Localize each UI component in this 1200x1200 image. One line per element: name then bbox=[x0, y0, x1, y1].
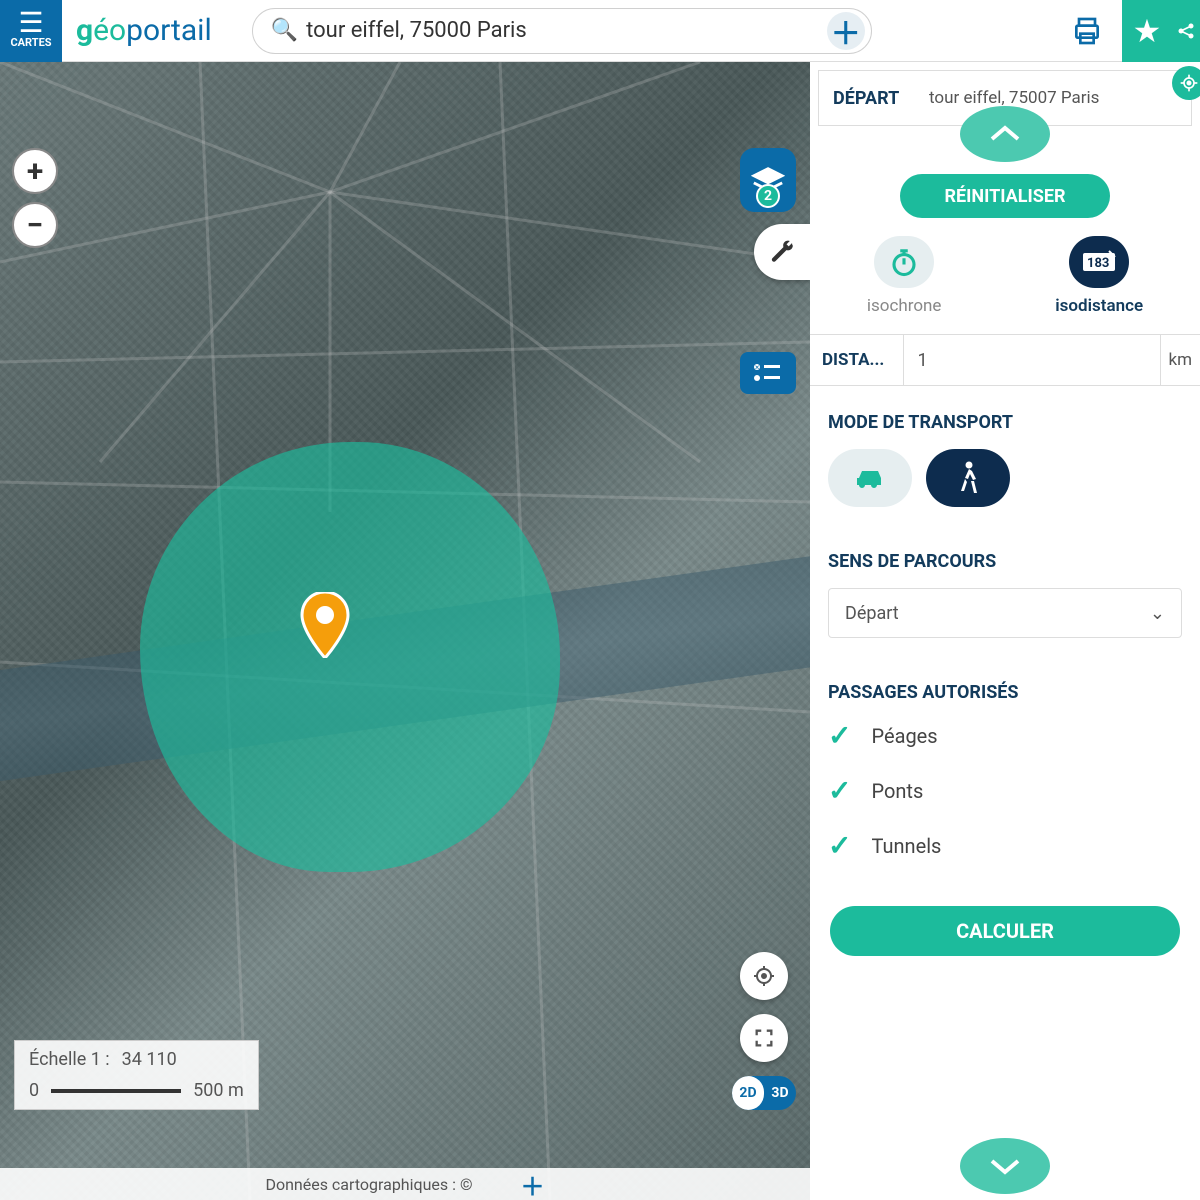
calculate-button[interactable]: CALCULER bbox=[830, 906, 1180, 956]
search-input[interactable] bbox=[306, 18, 827, 43]
hamburger-icon: ☰ bbox=[18, 12, 43, 34]
map-pin-icon[interactable] bbox=[300, 592, 350, 658]
sens-select[interactable]: Départ ⌄ bbox=[828, 588, 1182, 638]
transport-title: MODE DE TRANSPORT bbox=[828, 412, 1182, 433]
header: ☰ CARTES géoportail 🔍 ＋ ★ bbox=[0, 0, 1200, 62]
layers-count-badge: 2 bbox=[756, 184, 780, 208]
scale-bar bbox=[51, 1089, 181, 1093]
map-right-tools: 2 × bbox=[740, 148, 796, 394]
list-tool-button[interactable]: × bbox=[740, 352, 796, 394]
layers-button[interactable]: 2 bbox=[740, 148, 796, 212]
toggle-3d[interactable]: 3D bbox=[764, 1076, 796, 1110]
svg-text:×: × bbox=[755, 363, 759, 372]
passage-tunnels[interactable]: ✓Tunnels bbox=[828, 829, 1182, 862]
distance-label: DISTA... bbox=[810, 335, 904, 385]
isochrone-button[interactable]: isochrone bbox=[867, 236, 942, 316]
depart-label: DÉPART bbox=[819, 88, 929, 109]
transport-car-button[interactable] bbox=[828, 449, 912, 507]
fullscreen-button[interactable] bbox=[740, 1014, 788, 1062]
print-button[interactable] bbox=[1062, 6, 1112, 56]
collapse-up-button[interactable] bbox=[960, 106, 1050, 162]
passages-list: ✓Péages ✓Ponts ✓Tunnels bbox=[828, 719, 1182, 862]
zoom-out-button[interactable]: − bbox=[12, 202, 58, 248]
search-icon: 🔍 bbox=[271, 18, 298, 43]
chevron-down-icon: ⌄ bbox=[1150, 603, 1165, 624]
map-bottom-tools: 2D 3D bbox=[732, 952, 796, 1110]
isodistance-button[interactable]: 183 isodistance bbox=[1055, 236, 1143, 316]
attribution: Données cartographiques : © ＋ bbox=[0, 1168, 810, 1200]
toggle-2d[interactable]: 2D bbox=[732, 1076, 764, 1110]
passage-peages[interactable]: ✓Péages bbox=[828, 719, 1182, 752]
sens-title: SENS DE PARCOURS bbox=[828, 551, 1182, 572]
expand-down-button[interactable] bbox=[960, 1138, 1050, 1194]
side-panel: DÉPART tour eiffel, 75007 Paris RÉINITIA… bbox=[810, 62, 1200, 1200]
check-icon: ✓ bbox=[828, 774, 851, 807]
locate-button[interactable] bbox=[740, 952, 788, 1000]
menu-button[interactable]: ☰ CARTES bbox=[0, 0, 62, 62]
wrench-button[interactable] bbox=[754, 224, 810, 280]
map-view[interactable]: + − 2 × bbox=[0, 62, 810, 1200]
transport-group bbox=[828, 449, 1182, 507]
locate-depart-button[interactable] bbox=[1172, 66, 1200, 100]
svg-text:183: 183 bbox=[1087, 256, 1109, 271]
isodistance-zone bbox=[140, 442, 560, 872]
attribution-expand[interactable]: ＋ bbox=[521, 1167, 545, 1200]
menu-label: CARTES bbox=[10, 36, 51, 49]
share-button[interactable] bbox=[1172, 0, 1200, 62]
search-add-button[interactable]: ＋ bbox=[827, 12, 865, 50]
favorite-button[interactable]: ★ bbox=[1122, 0, 1172, 62]
reset-button[interactable]: RÉINITIALISER bbox=[900, 174, 1110, 218]
dimension-toggle[interactable]: 2D 3D bbox=[732, 1076, 796, 1110]
check-icon: ✓ bbox=[828, 829, 851, 862]
distance-unit: km bbox=[1160, 335, 1200, 385]
scale-box: Échelle 1 : 0500 m bbox=[14, 1040, 259, 1110]
distance-row: DISTA... km bbox=[810, 334, 1200, 386]
depart-value: tour eiffel, 75007 Paris bbox=[929, 88, 1191, 108]
zoom-in-button[interactable]: + bbox=[12, 148, 58, 194]
logo[interactable]: géoportail bbox=[76, 13, 212, 48]
passages-title: PASSAGES AUTORISÉS bbox=[828, 682, 1182, 703]
scale-input[interactable] bbox=[122, 1049, 202, 1070]
search-bar[interactable]: 🔍 ＋ bbox=[252, 8, 872, 54]
transport-walk-button[interactable] bbox=[926, 449, 1010, 507]
distance-input[interactable] bbox=[904, 335, 1160, 385]
passage-ponts[interactable]: ✓Ponts bbox=[828, 774, 1182, 807]
iso-mode-group: isochrone 183 isodistance bbox=[810, 236, 1200, 316]
header-tools: ★ bbox=[1062, 0, 1200, 62]
check-icon: ✓ bbox=[828, 719, 851, 752]
zoom-controls: + − bbox=[12, 148, 58, 248]
